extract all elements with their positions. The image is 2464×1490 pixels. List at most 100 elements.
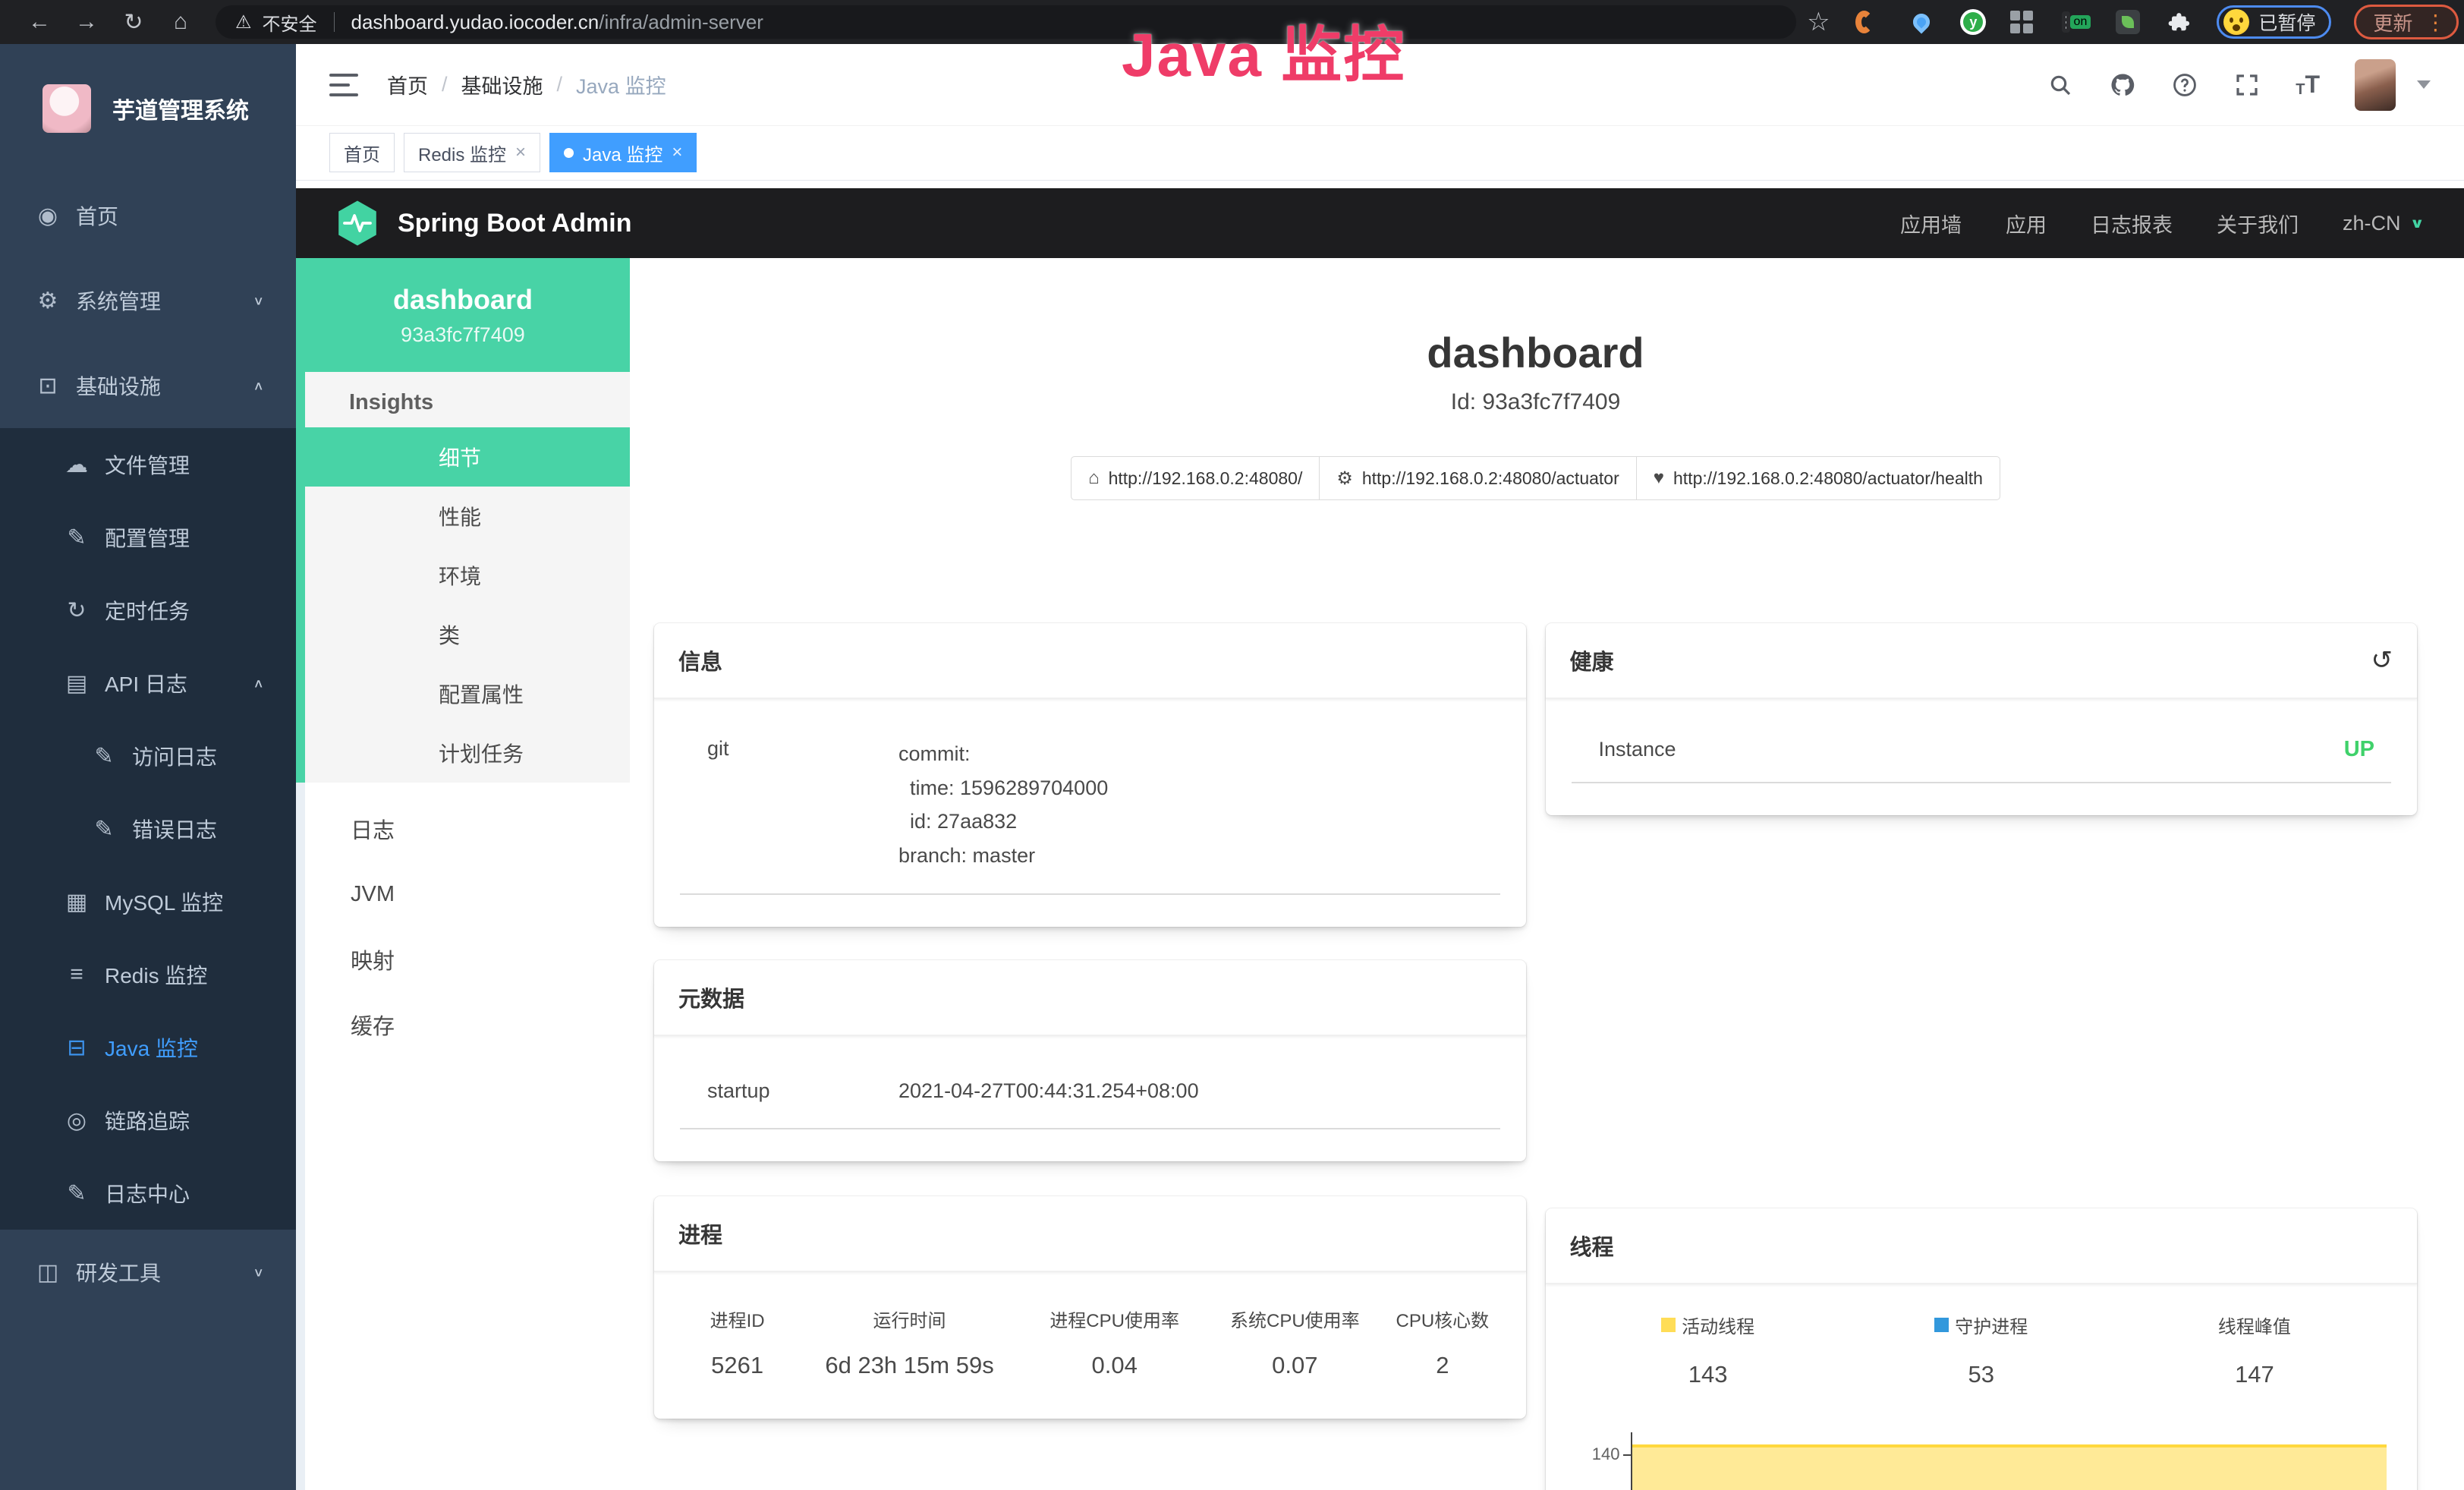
extension-y-icon[interactable]: y	[1959, 8, 1987, 36]
sba-logo-icon	[335, 200, 379, 247]
process-table: 进程ID 运行时间 进程CPU使用率 系统CPU使用率 CPU核心数 5261 …	[680, 1295, 1500, 1387]
instance-name: dashboard	[296, 284, 630, 316]
close-icon[interactable]: ×	[515, 142, 526, 163]
edit-icon: ✎	[61, 1180, 93, 1207]
extension-switch-on-icon[interactable]: on	[2062, 8, 2091, 36]
service-url-button[interactable]: ⌂ http://192.168.0.2:48080/	[1071, 456, 1320, 500]
breadcrumb-current: Java 监控	[576, 70, 666, 99]
font-size-icon[interactable]: TT	[2296, 71, 2320, 99]
sidebar-item-dev-tools[interactable]: ◫ 研发工具 ∨	[0, 1230, 296, 1315]
sidebar-item-file-manage[interactable]: ☁ 文件管理	[0, 428, 296, 501]
toolbox-icon: ◫	[32, 1259, 64, 1286]
menu-item-config-props[interactable]: 配置属性	[305, 664, 630, 723]
not-secure-label[interactable]: 不安全	[263, 9, 317, 36]
table-icon: ▦	[61, 889, 93, 915]
sba-brand[interactable]: Spring Boot Admin	[335, 200, 631, 247]
wrench-icon: ⚙	[1336, 468, 1353, 490]
info-card-header: 信息	[654, 623, 1526, 699]
active-tab-dot	[564, 148, 574, 158]
menu-item-logs[interactable]: 日志	[305, 796, 630, 862]
sidebar-item-scheduled-jobs[interactable]: ↻ 定时任务	[0, 574, 296, 647]
menu-item-environment[interactable]: 环境	[305, 546, 630, 605]
y-tick-120: 120	[1572, 1487, 1620, 1490]
health-url-button[interactable]: ♥ http://192.168.0.2:48080/actuator/heal…	[1636, 456, 2000, 500]
sidebar-item-api-log[interactable]: ▤ API 日志 ∧	[0, 647, 296, 720]
infra-submenu: ☁ 文件管理 ✎ 配置管理 ↻ 定时任务 ▤ API 日志 ∧ ✎ 访问日志 ✎	[0, 428, 296, 1230]
profile-paused-badge[interactable]: 已暂停	[2217, 5, 2331, 39]
insights-group: Insights 细节 性能 环境 类 配置属性 计划任务	[296, 372, 630, 783]
breadcrumb-infra[interactable]: 基础设施	[461, 70, 543, 99]
app-sidebar: 芋道管理系统 ◉ 首页 ⚙ 系统管理 ∨ ⊡ 基础设施 ∧ ☁ 文件管理 ✎ 配…	[0, 44, 296, 1490]
app-logo	[42, 84, 91, 133]
menu-item-mappings[interactable]: 映射	[305, 927, 630, 992]
sidebar-item-home[interactable]: ◉ 首页	[0, 173, 296, 258]
chevron-up-icon: ∧	[253, 676, 264, 691]
sidebar-item-mysql-monitor[interactable]: ▦ MySQL 监控	[0, 865, 296, 938]
extension-colorzilla-icon[interactable]	[1855, 8, 1884, 36]
menu-item-scheduled-tasks[interactable]: 计划任务	[305, 723, 630, 783]
stack-icon: ≡	[61, 962, 93, 988]
sidebar-item-config-manage[interactable]: ✎ 配置管理	[0, 501, 296, 574]
paused-label: 已暂停	[2258, 8, 2315, 36]
sidebar-item-redis-monitor[interactable]: ≡ Redis 监控	[0, 938, 296, 1011]
system-cpu: 0.07	[1205, 1340, 1386, 1387]
tab-redis-monitor[interactable]: Redis 监控 ×	[404, 133, 540, 172]
sidebar-item-log-center[interactable]: ✎ 日志中心	[0, 1157, 296, 1230]
close-icon[interactable]: ×	[672, 142, 682, 163]
browser-update-button[interactable]: 更新 ⋮	[2354, 5, 2459, 39]
chevron-down-icon: ∨	[253, 293, 264, 308]
sidebar-item-infra[interactable]: ⊡ 基础设施 ∧	[0, 343, 296, 428]
browser-forward-button[interactable]: →	[67, 5, 106, 39]
info-git-row: git commit: time: 1596289704000 id: 27aa…	[680, 734, 1500, 895]
actuator-url-button[interactable]: ⚙ http://192.168.0.2:48080/actuator	[1319, 456, 1636, 500]
sidebar-item-error-log[interactable]: ✎ 错误日志	[0, 792, 296, 865]
info-card: 信息 git commit: time: 1596289704000 id: 2…	[654, 623, 1526, 927]
fullscreen-icon[interactable]	[2233, 71, 2261, 99]
process-card: 进程 进程ID 运行时间 进程CPU使用率 系统CPU使用率	[654, 1196, 1526, 1419]
sidebar-item-java-monitor[interactable]: ⊟ Java 监控	[0, 1011, 296, 1084]
menu-item-classes[interactable]: 类	[305, 605, 630, 664]
browser-back-button[interactable]: ←	[20, 5, 59, 39]
user-avatar[interactable]	[2355, 59, 2396, 111]
history-icon[interactable]: ↺	[2371, 645, 2393, 676]
bookmark-star-icon[interactable]: ☆	[1804, 8, 1833, 36]
avatar-caret-icon[interactable]	[2417, 80, 2431, 89]
sba-language-select[interactable]: zh-CN ∨	[2343, 212, 2425, 235]
sba-nav-applications[interactable]: 应用	[2006, 209, 2047, 238]
sidebar-item-system[interactable]: ⚙ 系统管理 ∨	[0, 258, 296, 343]
menu-item-details[interactable]: 细节	[305, 427, 630, 487]
legend-live-threads: 活动线程 143	[1572, 1312, 1845, 1388]
sidebar-item-access-log[interactable]: ✎ 访问日志	[0, 720, 296, 792]
address-bar[interactable]: ⚠ 不安全 dashboard.yudao.iocoder.cn/infra/a…	[216, 5, 1796, 39]
browser-menu-icon[interactable]: ⋮	[2425, 10, 2446, 35]
browser-reload-button[interactable]: ↻	[114, 5, 153, 39]
threads-card-header: 线程	[1546, 1208, 2418, 1284]
breadcrumb-home[interactable]: 首页	[387, 70, 428, 99]
extensions-puzzle-icon[interactable]	[2165, 8, 2194, 36]
sba-nav-wallboard[interactable]: 应用墙	[1900, 209, 1962, 238]
live-threads-area	[1632, 1444, 2387, 1490]
yellow-legend-swatch	[1661, 1318, 1676, 1332]
sba-nav-about[interactable]: 关于我们	[2217, 209, 2299, 238]
browser-home-button[interactable]: ⌂	[161, 5, 200, 39]
health-card: 健康 ↺ Instance UP	[1546, 623, 2418, 815]
tab-home[interactable]: 首页	[329, 133, 395, 172]
menu-item-caches[interactable]: 缓存	[305, 992, 630, 1057]
sidebar-item-tracing[interactable]: ◎ 链路追踪	[0, 1084, 296, 1157]
extension-grid-icon[interactable]	[2010, 8, 2039, 36]
help-icon[interactable]	[2171, 71, 2198, 99]
github-icon[interactable]	[2109, 71, 2136, 99]
extension-pin-icon[interactable]	[1907, 8, 1936, 36]
search-icon[interactable]	[2047, 71, 2074, 99]
page-title: dashboard	[654, 328, 2417, 377]
screen-icon: ⊟	[61, 1035, 93, 1061]
blue-legend-swatch	[1934, 1318, 1949, 1332]
update-label: 更新	[2373, 8, 2412, 36]
menu-item-jvm[interactable]: JVM	[305, 862, 630, 927]
extension-leaf-icon[interactable]	[2113, 8, 2142, 36]
sidebar-toggle-icon[interactable]	[329, 74, 358, 96]
sba-nav-journal[interactable]: 日志报表	[2091, 209, 2173, 238]
tab-java-monitor[interactable]: Java 监控 ×	[549, 133, 697, 172]
menu-item-metrics[interactable]: 性能	[305, 487, 630, 546]
url-path: /infra/admin-server	[599, 11, 763, 33]
